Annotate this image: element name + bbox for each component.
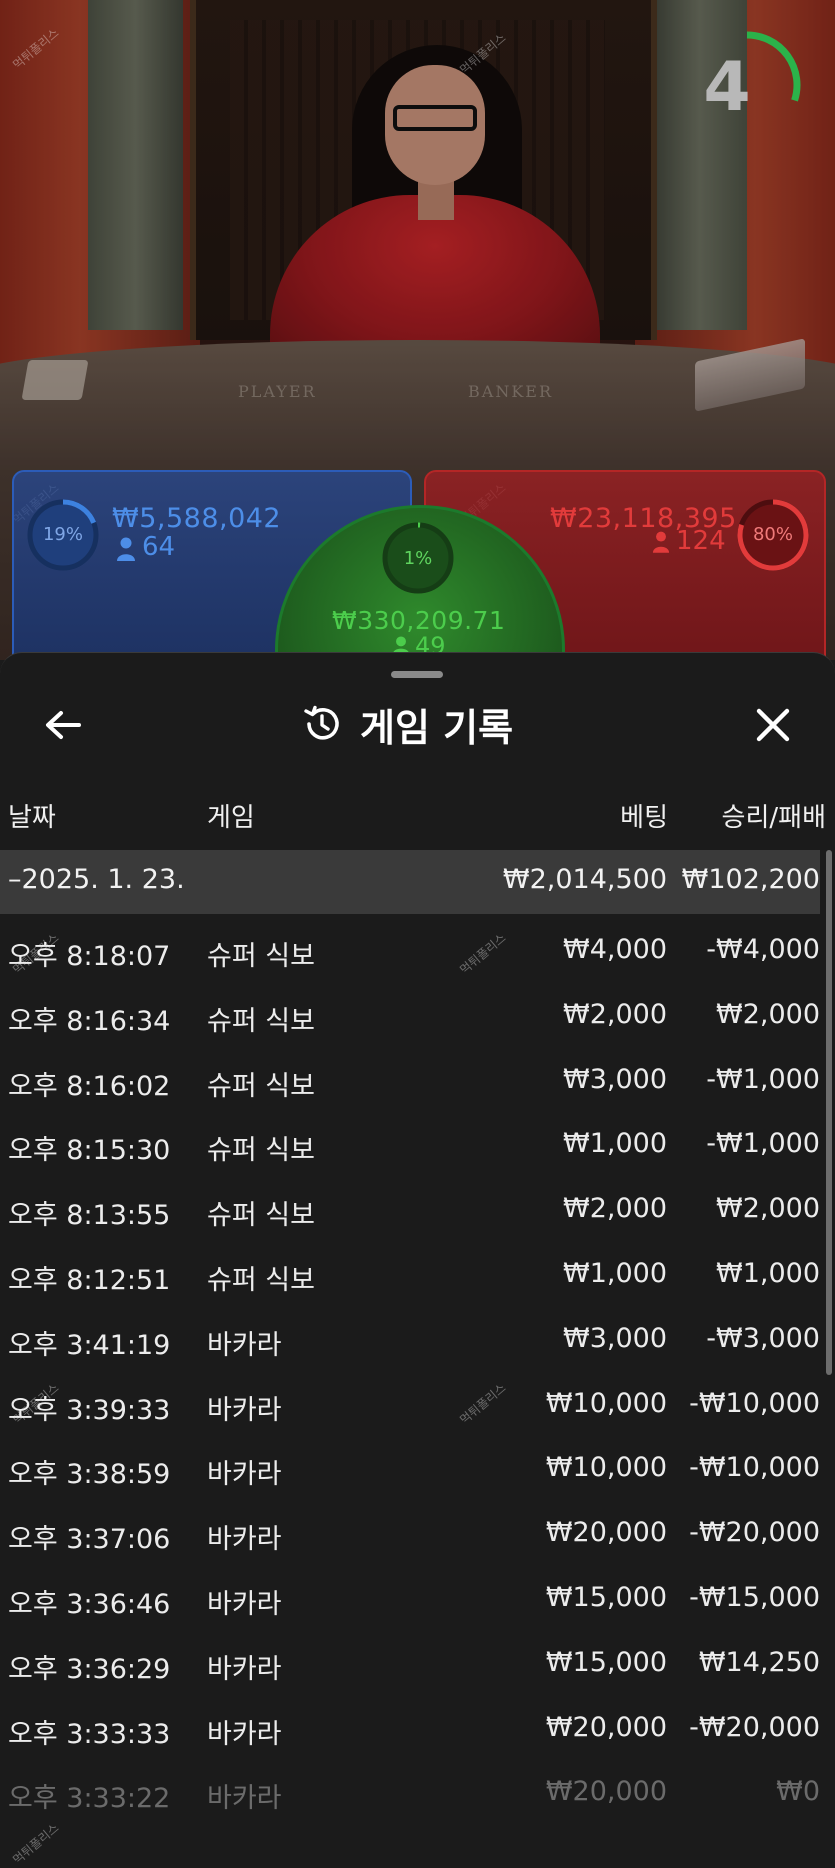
- row-win-loss: -₩20,000: [689, 1711, 820, 1743]
- row-time: 오후 3:33:33: [8, 1718, 171, 1750]
- history-icon: [304, 705, 339, 740]
- row-game-name: 바카라: [207, 1394, 282, 1426]
- date-group-win-loss-total: ₩102,200: [681, 864, 820, 895]
- banker-bettor-count: 124: [676, 526, 726, 556]
- arrow-left-icon: [46, 711, 81, 739]
- row-time: 오후 8:12:51: [8, 1265, 171, 1296]
- row-game-name: 슈퍼 식보: [207, 1005, 315, 1037]
- row-game-name: 바카라: [207, 1329, 282, 1361]
- row-bet-amount: ₩3,000: [563, 1322, 667, 1354]
- history-row[interactable]: 오후 3:37:06 바카라 ₩20,000 -₩20,000: [0, 1503, 820, 1567]
- row-time: 오후 8:15:30: [8, 1135, 171, 1167]
- row-bet-amount: ₩3,000: [563, 1063, 667, 1095]
- page-title: 게임 기록: [360, 705, 514, 750]
- row-win-loss: -₩1,000: [706, 1063, 820, 1095]
- row-bet-amount: ₩10,000: [545, 1452, 667, 1484]
- column-header-win-loss: 승리/패배: [721, 803, 826, 833]
- history-row[interactable]: 오후 8:16:02 슈퍼 식보 ₩3,000 -₩1,000: [0, 1050, 820, 1114]
- tie-percent: 1%: [403, 548, 433, 569]
- row-bet-amount: ₩15,000: [545, 1582, 667, 1613]
- row-time: 오후 3:33:22: [8, 1783, 171, 1815]
- row-game-name: 바카라: [207, 1653, 282, 1685]
- history-row[interactable]: 오후 8:18:07 슈퍼 식보 ₩4,000 -₩4,000: [0, 920, 820, 984]
- user-icon: [116, 537, 136, 561]
- close-icon: [756, 708, 790, 742]
- row-bet-amount: ₩15,000: [545, 1646, 667, 1678]
- row-time: 오후 8:13:55: [8, 1200, 171, 1232]
- row-win-loss: -₩10,000: [689, 1452, 820, 1484]
- round-timer-value: 4: [703, 48, 751, 127]
- history-row[interactable]: 오후 8:16:34 슈퍼 식보 ₩2,000 ₩2,000: [0, 985, 820, 1049]
- history-row[interactable]: 오후 3:33:22 바카라 ₩20,000 ₩0: [0, 1762, 820, 1826]
- row-time: 오후 3:36:46: [8, 1589, 171, 1620]
- row-time: 오후 8:16:34: [8, 1005, 171, 1037]
- row-bet-amount: ₩1,000: [563, 1258, 667, 1289]
- row-win-loss: -₩20,000: [689, 1517, 820, 1549]
- tie-total-bet: ₩330,209.71: [332, 606, 506, 635]
- row-time: 오후 8:16:02: [8, 1070, 171, 1102]
- row-win-loss: ₩2,000: [716, 1193, 820, 1225]
- sheet-header: 게임 기록: [300, 698, 513, 750]
- row-bet-amount: ₩20,000: [545, 1517, 667, 1549]
- row-win-loss: -₩1,000: [706, 1128, 820, 1160]
- player-total-bet: ₩5,588,042: [112, 503, 282, 534]
- date-group-date: –2025. 1. 23.: [8, 864, 185, 895]
- player-bettor-count: 64: [142, 532, 176, 562]
- row-win-loss: ₩1,000: [716, 1258, 820, 1289]
- date-group-bet-total: ₩2,014,500: [502, 864, 667, 895]
- row-win-loss: ₩14,250: [698, 1646, 820, 1678]
- scrollbar[interactable]: [826, 850, 832, 1375]
- row-win-loss: ₩2,000: [716, 998, 820, 1030]
- back-button[interactable]: [38, 702, 88, 748]
- row-game-name: 바카라: [207, 1459, 282, 1491]
- row-time: 오후 3:38:59: [8, 1459, 171, 1491]
- history-row[interactable]: 오후 3:36:29 바카라 ₩15,000 ₩14,250: [0, 1633, 820, 1697]
- history-row[interactable]: 오후 8:15:30 슈퍼 식보 ₩1,000 -₩1,000: [0, 1114, 820, 1178]
- row-bet-amount: ₩10,000: [545, 1387, 667, 1419]
- row-game-name: 바카라: [207, 1524, 282, 1556]
- row-time: 오후 3:41:19: [8, 1329, 171, 1361]
- row-time: 오후 3:36:29: [8, 1653, 171, 1685]
- row-bet-amount: ₩20,000: [545, 1776, 667, 1808]
- row-game-name: 슈퍼 식보: [207, 1265, 315, 1296]
- player-percent: 19%: [42, 524, 83, 545]
- history-row[interactable]: 오후 3:38:59 바카라 ₩10,000 -₩10,000: [0, 1438, 820, 1502]
- column-header-game: 게임: [207, 803, 255, 833]
- history-row[interactable]: 오후 3:33:33 바카라 ₩20,000 -₩20,000: [0, 1698, 820, 1762]
- column-header-bet: 베팅: [620, 803, 668, 833]
- row-game-name: 슈퍼 식보: [207, 1135, 315, 1167]
- history-row[interactable]: 오후 8:13:55 슈퍼 식보 ₩2,000 ₩2,000: [0, 1179, 820, 1243]
- row-bet-amount: ₩20,000: [545, 1711, 667, 1743]
- date-group-row[interactable]: –2025. 1. 23. ₩2,014,500 ₩102,200: [0, 850, 820, 914]
- row-game-name: 바카라: [207, 1589, 282, 1620]
- row-bet-amount: ₩1,000: [563, 1128, 667, 1160]
- row-win-loss: -₩15,000: [689, 1582, 820, 1613]
- row-game-name: 슈퍼 식보: [207, 1200, 315, 1232]
- row-game-name: 바카라: [207, 1718, 282, 1750]
- row-bet-amount: ₩2,000: [563, 1193, 667, 1225]
- user-icon: [652, 531, 670, 553]
- history-row[interactable]: 오후 3:39:33 바카라 ₩10,000 -₩10,000: [0, 1374, 820, 1438]
- row-game-name: 바카라: [207, 1783, 282, 1815]
- close-button[interactable]: [748, 700, 798, 750]
- history-row[interactable]: 오후 3:36:46 바카라 ₩15,000 -₩15,000: [0, 1568, 820, 1632]
- row-time: 오후 3:37:06: [8, 1524, 171, 1556]
- history-row[interactable]: 오후 8:12:51 슈퍼 식보 ₩1,000 ₩1,000: [0, 1244, 820, 1308]
- column-header-date: 날짜: [8, 803, 56, 833]
- row-bet-amount: ₩2,000: [563, 998, 667, 1030]
- row-win-loss: -₩10,000: [689, 1387, 820, 1419]
- row-bet-amount: ₩4,000: [563, 934, 667, 965]
- row-win-loss: -₩4,000: [706, 934, 820, 965]
- row-game-name: 슈퍼 식보: [207, 1070, 315, 1102]
- banker-percent: 80%: [752, 524, 793, 545]
- row-game-name: 슈퍼 식보: [207, 941, 315, 972]
- row-win-loss: ₩0: [776, 1776, 820, 1808]
- history-row[interactable]: 오후 3:41:19 바카라 ₩3,000 -₩3,000: [0, 1309, 820, 1373]
- sheet-drag-handle[interactable]: [391, 671, 443, 678]
- row-win-loss: -₩3,000: [706, 1322, 820, 1354]
